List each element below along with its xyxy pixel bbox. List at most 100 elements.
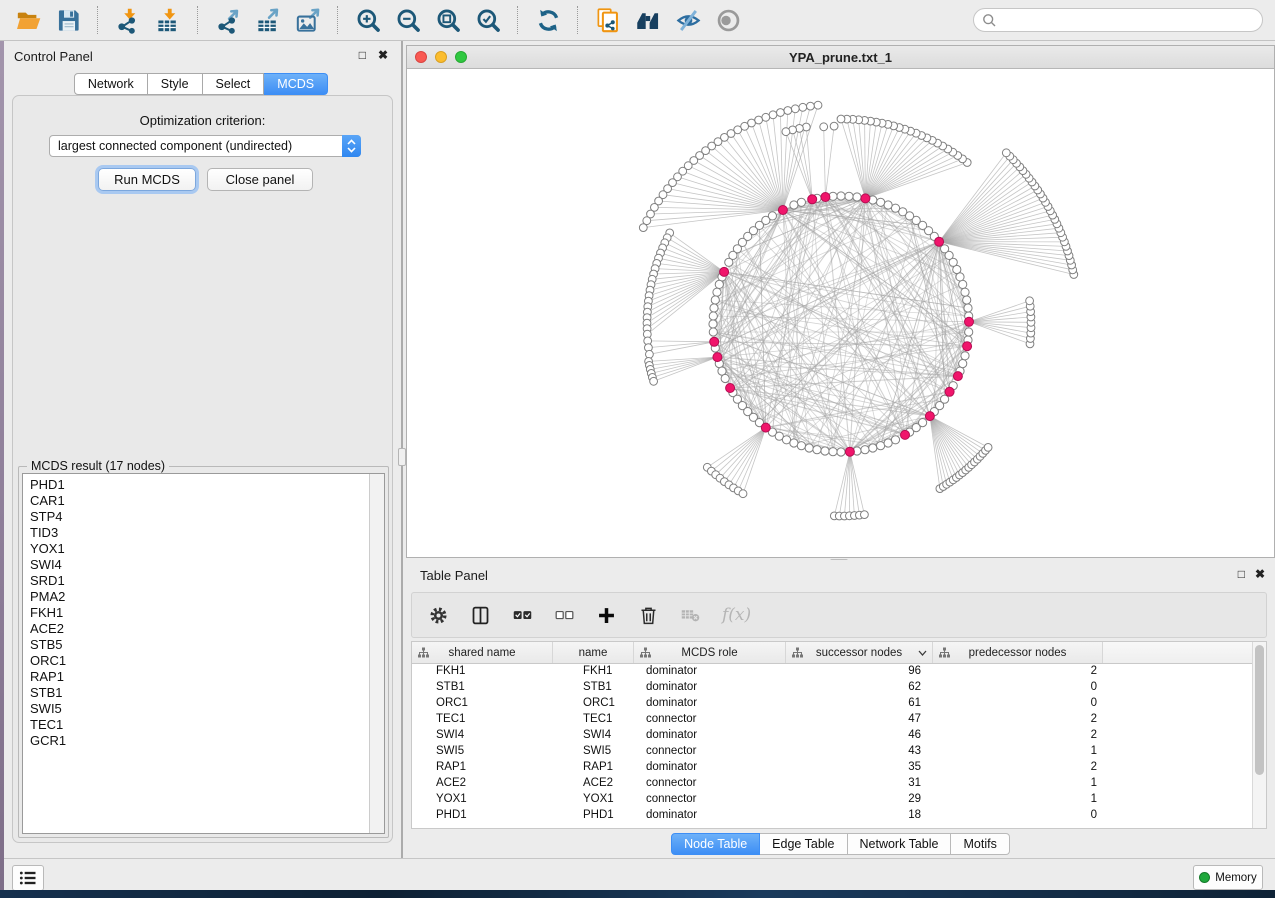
open-session-icon[interactable] [13, 5, 43, 35]
network-node[interactable] [709, 328, 717, 336]
zoom-selected-icon[interactable] [473, 5, 503, 35]
network-hub-node[interactable] [945, 387, 954, 396]
table-body[interactable]: FKH1FKH1dominator962STB1STB1dominator620… [412, 663, 1252, 828]
network-hub-node[interactable] [935, 237, 944, 246]
vizmapper-icon[interactable] [673, 5, 703, 35]
network-hub-node[interactable] [965, 317, 974, 326]
network-node[interactable] [710, 304, 718, 312]
close-panel-button[interactable]: Close panel [207, 168, 313, 191]
export-table-icon[interactable] [253, 5, 283, 35]
network-node[interactable] [884, 201, 892, 209]
network-leaf-node[interactable] [777, 109, 785, 117]
refresh-layout-icon[interactable] [533, 5, 563, 35]
zoom-fit-icon[interactable] [433, 5, 463, 35]
find-icon[interactable] [633, 5, 663, 35]
network-node[interactable] [964, 304, 972, 312]
network-hub-node[interactable] [713, 353, 722, 362]
network-leaf-node[interactable] [820, 123, 828, 131]
table-row[interactable]: SWI4SWI4dominator462 [412, 727, 1252, 743]
memory-button[interactable]: Memory [1193, 865, 1263, 890]
network-hub-node[interactable] [710, 337, 719, 346]
table-row[interactable]: ORC1ORC1dominator610 [412, 695, 1252, 711]
vertical-splitter[interactable] [398, 41, 406, 858]
delete-column-icon[interactable] [638, 605, 659, 626]
column-header-MCDS-role[interactable]: MCDS role [634, 642, 786, 663]
save-session-icon[interactable] [53, 5, 83, 35]
network-hub-node[interactable] [963, 342, 972, 351]
network-leaf-node[interactable] [799, 103, 807, 111]
network-node[interactable] [709, 320, 717, 328]
network-node[interactable] [861, 446, 869, 454]
network-node[interactable] [959, 280, 967, 288]
panel-menu-button[interactable] [12, 865, 44, 891]
tab-mcds[interactable]: MCDS [264, 73, 328, 95]
network-node[interactable] [821, 447, 829, 455]
zoom-in-icon[interactable] [353, 5, 383, 35]
network-hub-node[interactable] [720, 267, 729, 276]
tab-network[interactable]: Network [74, 73, 148, 95]
select-all-icon[interactable] [512, 605, 533, 626]
close-panel-icon[interactable]: ✖ [378, 48, 388, 62]
network-leaf-node[interactable] [861, 511, 869, 519]
network-node[interactable] [790, 439, 798, 447]
network-node[interactable] [805, 444, 813, 452]
network-leaf-node[interactable] [650, 377, 658, 385]
tab-network-table[interactable]: Network Table [848, 833, 952, 855]
network-canvas[interactable] [407, 69, 1274, 557]
network-node[interactable] [877, 198, 885, 206]
tab-node-table[interactable]: Node Table [671, 833, 760, 855]
network-hub-node[interactable] [861, 194, 870, 203]
network-node[interactable] [961, 288, 969, 296]
table-row[interactable]: STB1STB1dominator620 [412, 679, 1252, 695]
column-header-shared-name[interactable]: shared name [412, 642, 553, 663]
float-panel-icon[interactable]: □ [359, 48, 366, 62]
network-leaf-node[interactable] [639, 224, 647, 232]
table-row[interactable]: RAP1RAP1dominator352 [412, 759, 1252, 775]
export-image-icon[interactable] [293, 5, 323, 35]
tab-motifs[interactable]: Motifs [951, 833, 1009, 855]
clone-network-icon[interactable] [593, 5, 623, 35]
add-column-icon[interactable] [596, 605, 617, 626]
optimization-criterion-select[interactable]: largest connected component (undirected) [49, 135, 361, 157]
network-hub-node[interactable] [953, 372, 962, 381]
network-leaf-node[interactable] [807, 102, 815, 110]
table-row[interactable]: FKH1FKH1dominator962 [412, 663, 1252, 679]
network-hub-node[interactable] [901, 430, 910, 439]
network-node[interactable] [709, 312, 717, 320]
export-network-icon[interactable] [213, 5, 243, 35]
network-node[interactable] [891, 436, 899, 444]
import-table-icon[interactable] [153, 5, 183, 35]
network-node[interactable] [837, 192, 845, 200]
settings-gear-icon[interactable] [428, 605, 449, 626]
network-node[interactable] [721, 374, 729, 382]
network-node[interactable] [919, 419, 927, 427]
network-node[interactable] [877, 442, 885, 450]
network-node[interactable] [813, 446, 821, 454]
table-row[interactable]: TEC1TEC1connector472 [412, 711, 1252, 727]
network-node[interactable] [715, 280, 723, 288]
import-network-icon[interactable] [113, 5, 143, 35]
network-leaf-node[interactable] [791, 105, 799, 113]
network-node[interactable] [790, 201, 798, 209]
network-leaf-node[interactable] [782, 128, 790, 136]
network-leaf-node[interactable] [984, 444, 992, 452]
network-hub-node[interactable] [778, 206, 787, 215]
network-node[interactable] [845, 192, 853, 200]
table-row[interactable]: PHD1PHD1dominator180 [412, 807, 1252, 823]
deselect-all-icon[interactable] [554, 605, 575, 626]
search-input[interactable] [997, 12, 1241, 28]
network-node[interactable] [941, 395, 949, 403]
close-table-panel-icon[interactable]: ✖ [1255, 567, 1265, 581]
network-node[interactable] [713, 288, 721, 296]
table-row[interactable]: ACE2ACE2connector311 [412, 775, 1252, 791]
tab-select[interactable]: Select [203, 73, 265, 95]
table-row[interactable]: YOX1YOX1connector291 [412, 791, 1252, 807]
network-hub-node[interactable] [761, 423, 770, 432]
network-leaf-node[interactable] [830, 122, 838, 130]
tab-style[interactable]: Style [148, 73, 203, 95]
tab-edge-table[interactable]: Edge Table [760, 833, 847, 855]
table-scrollbar[interactable] [1252, 642, 1266, 828]
network-hub-node[interactable] [845, 447, 854, 456]
network-node[interactable] [965, 328, 973, 336]
mcds-result-scrollbar[interactable] [369, 474, 384, 833]
